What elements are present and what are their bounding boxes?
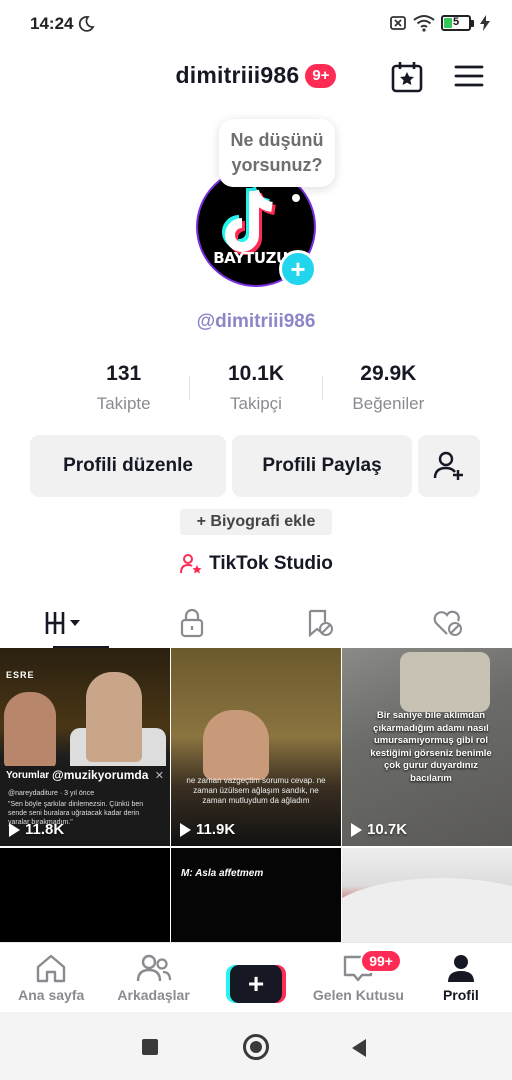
profile-header: dimitriii986 9+ <box>0 54 512 100</box>
tiktok-studio-link[interactable]: TikTok Studio <box>0 552 512 576</box>
grid-icon <box>45 612 80 634</box>
tab-videos[interactable] <box>0 598 128 648</box>
bubble-line-1: Ne düşünü <box>230 130 324 150</box>
edit-profile-button[interactable]: Profili düzenle <box>30 435 226 497</box>
comments-title: Yorumlar <box>6 770 50 781</box>
stat-label: Takipçi <box>230 394 282 413</box>
nav-profile[interactable]: Profil <box>410 943 512 1012</box>
lock-icon <box>180 608 204 638</box>
thumbnail-shape <box>203 710 269 780</box>
bottom-navigation: Ana sayfa Arkadaşlar + 99+ Gelen Kutusu … <box>0 942 512 1012</box>
close-icon: ✕ <box>154 770 164 782</box>
add-user-icon <box>433 451 463 480</box>
wifi-icon <box>413 15 435 32</box>
share-profile-button[interactable]: Profili Paylaş <box>232 435 412 497</box>
thumbnail-shape <box>400 652 490 712</box>
video-caption: M: Asla affetmem <box>181 868 264 879</box>
nav-label: Arkadaşlar <box>117 987 190 1003</box>
tab-reposts[interactable] <box>256 598 384 648</box>
home-icon <box>37 954 66 983</box>
video-tag: @muzikyorumda <box>52 768 149 782</box>
video-thumbnail[interactable]: ESRE Yorumlar @muzikyorumda ✕ @nareydadi… <box>0 648 170 846</box>
nav-label: Profil <box>442 987 479 1003</box>
video-caption: ne zaman vazgeçtim sorumu cevap. ne zama… <box>186 776 326 805</box>
video-caption: Bir saniye bile aklımdan çıkarmadığım ad… <box>370 710 492 784</box>
add-bio-button[interactable]: + Biyografi ekle <box>180 509 332 535</box>
stat-label: Takipte <box>96 394 151 413</box>
stat-value: 29.9K <box>360 362 417 385</box>
profile-icon <box>447 955 474 982</box>
status-bar: 14:24 5 <box>0 0 512 48</box>
bubble-tail-dot <box>292 194 300 202</box>
video-thumbnail[interactable]: ne zaman vazgeçtim sorumu cevap. ne zama… <box>171 648 341 846</box>
status-time: 14:24 <box>30 14 74 33</box>
inbox-badge: 99+ <box>360 949 402 973</box>
nav-label: Ana sayfa <box>18 987 85 1003</box>
charging-bolt-icon <box>480 15 490 31</box>
studio-user-star-icon <box>180 554 202 574</box>
repost-hidden-icon <box>308 609 333 638</box>
notification-badge: 9+ <box>305 63 337 88</box>
view-count-value: 10.7K <box>367 821 408 838</box>
nav-home[interactable]: Ana sayfa <box>0 943 102 1012</box>
menu-icon[interactable] <box>454 64 484 88</box>
thumbnail-shape <box>86 672 142 762</box>
view-count-value: 11.9K <box>196 821 236 838</box>
heart-hidden-icon <box>433 610 462 636</box>
bubble-line-2: yorsunuz? <box>231 155 323 175</box>
home-button-dot <box>250 1041 262 1053</box>
nav-create[interactable]: + <box>205 943 307 1012</box>
status-note-bubble[interactable]: Ne düşünü yorsunuz? <box>219 119 335 187</box>
view-count: 11.9K <box>180 821 235 838</box>
header-username: dimitriii986 <box>175 62 300 88</box>
stat-label: Beğeniler <box>352 394 425 413</box>
battery-icon: 5 <box>441 15 474 31</box>
play-icon <box>180 822 191 837</box>
plus-icon: + <box>230 965 283 1003</box>
video-thumbnail[interactable]: M: Asla affetmem <box>171 848 341 942</box>
content-tabs <box>0 598 512 648</box>
stat-value: 131 <box>106 362 142 385</box>
nav-label: Gelen Kutusu <box>312 987 404 1003</box>
video-overlay-logo: ESRE <box>6 670 35 680</box>
play-icon <box>351 822 362 837</box>
account-switcher[interactable]: dimitriii986 9+ <box>0 62 512 89</box>
nav-inbox[interactable]: 99+ Gelen Kutusu <box>307 943 409 1012</box>
video-thumbnail[interactable] <box>342 848 512 942</box>
profile-stats: 131 Takipte 10.1K Takipçi 29.9K Beğenile… <box>58 362 454 422</box>
stat-followers[interactable]: 10.1K Takipçi <box>190 362 321 422</box>
view-count: 10.7K <box>351 821 407 838</box>
recents-button[interactable] <box>142 1039 158 1055</box>
moon-icon <box>78 16 95 32</box>
stat-likes[interactable]: 29.9K Beğeniler <box>323 362 454 422</box>
friends-icon <box>136 954 171 982</box>
calendar-star-icon[interactable] <box>390 60 424 94</box>
play-icon <box>9 822 20 837</box>
video-grid: ESRE Yorumlar @muzikyorumda ✕ @nareydadi… <box>0 648 512 942</box>
profile-handle: @dimitriii986 <box>196 311 316 332</box>
create-button[interactable]: + <box>226 965 287 1003</box>
system-navigation-bar <box>0 1012 512 1080</box>
video-thumbnail[interactable] <box>0 848 170 942</box>
battery-level: 5 <box>452 16 460 28</box>
home-button[interactable] <box>243 1034 269 1060</box>
video-thumbnail[interactable]: Bir saniye bile aklımdan çıkarmadığım ad… <box>342 648 512 846</box>
add-friend-button[interactable] <box>418 435 480 497</box>
comment-user: @nareydaditure · 3 yıl önce <box>8 790 95 797</box>
thumbnail-shape <box>342 878 512 942</box>
back-button[interactable] <box>352 1039 366 1057</box>
sim-off-icon <box>390 16 406 30</box>
tab-liked[interactable] <box>384 598 512 648</box>
add-photo-button[interactable]: + <box>279 250 317 288</box>
tab-private[interactable] <box>128 598 256 648</box>
studio-label: TikTok Studio <box>209 553 333 574</box>
stat-value: 10.1K <box>227 362 285 385</box>
thumbnail-shape <box>4 692 56 768</box>
view-count-value: 11.8K <box>25 821 65 838</box>
status-icons: 5 <box>389 14 490 32</box>
nav-friends[interactable]: Arkadaşlar <box>102 943 204 1012</box>
view-count: 11.8K <box>9 821 64 838</box>
stat-following[interactable]: 131 Takipte <box>58 362 189 422</box>
